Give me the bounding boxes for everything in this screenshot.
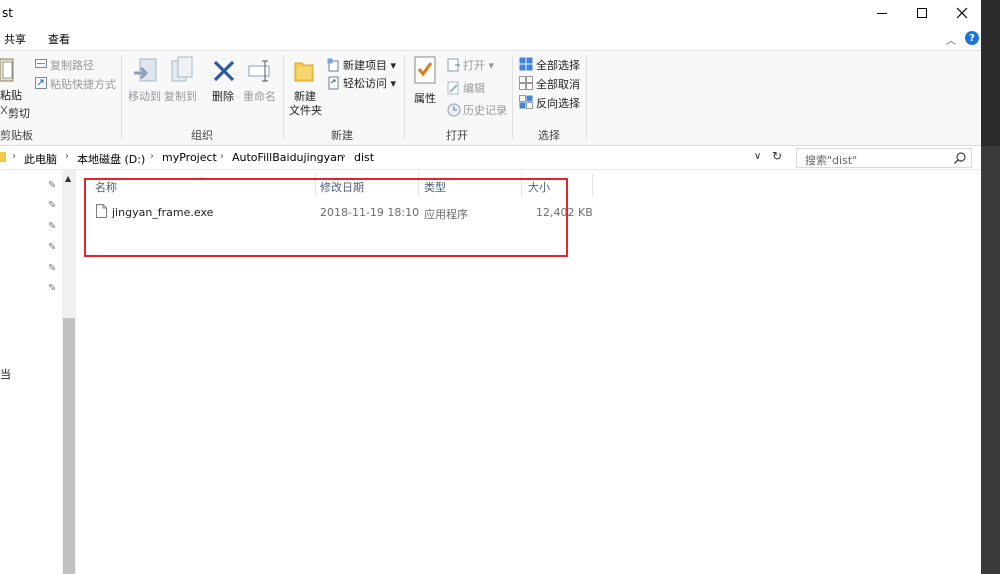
pin-icon[interactable]: ✎: [48, 200, 56, 211]
new-item-button[interactable]: 新建项目 ▾: [343, 57, 396, 73]
edit-icon: [447, 81, 459, 95]
properties-icon: [414, 56, 436, 84]
pin-icon[interactable]: ✎: [48, 180, 56, 191]
paste-shortcut-button[interactable]: 粘贴快捷方式: [50, 76, 116, 92]
close-icon: [956, 7, 968, 19]
breadcrumb-separator[interactable]: ›: [12, 151, 16, 162]
new-folder-icon: [294, 62, 314, 82]
ribbon-tabs: 共享 查看: [0, 26, 1000, 50]
history-button[interactable]: 历史记录: [463, 102, 507, 118]
rename-button[interactable]: 重命名: [243, 88, 276, 104]
minimize-icon: [877, 12, 887, 14]
pin-icon[interactable]: ✎: [48, 221, 56, 232]
breadcrumb-separator[interactable]: ›: [342, 151, 346, 162]
clipboard-group-label: 剪贴板: [0, 129, 33, 142]
scroll-up-icon[interactable]: ▲: [65, 174, 71, 183]
cut-button[interactable]: 剪切: [8, 105, 30, 121]
group-divider: [283, 55, 284, 139]
minimize-button[interactable]: [860, 0, 904, 26]
search-placeholder: 搜索"dist": [805, 154, 858, 167]
rename-icon: [248, 60, 270, 82]
ribbon-collapse-icon[interactable]: ︿: [946, 32, 956, 47]
address-history-dropdown[interactable]: ∨: [754, 151, 761, 162]
maximize-icon: [917, 8, 927, 18]
paste-button[interactable]: 粘贴: [0, 87, 22, 103]
refresh-icon[interactable]: ↻: [772, 149, 782, 163]
invert-selection-button[interactable]: 反向选择: [536, 95, 580, 111]
copy-path-icon: [35, 59, 47, 68]
title-bar: st: [0, 0, 1000, 26]
group-divider: [586, 55, 587, 139]
pin-icon[interactable]: ✎: [48, 242, 56, 253]
breadcrumb-myproject[interactable]: myProject: [162, 151, 217, 164]
organize-group-label: 组织: [191, 129, 213, 142]
breadcrumb-local-disk[interactable]: 本地磁盘 (D:): [77, 151, 145, 167]
easy-access-icon: [328, 76, 339, 90]
window-title: st: [2, 6, 13, 20]
new-group-label: 新建: [331, 129, 353, 142]
breadcrumb-separator[interactable]: ›: [150, 151, 154, 162]
select-group-label: 选择: [538, 129, 560, 142]
maximize-button[interactable]: [900, 0, 944, 26]
pin-icon[interactable]: ✎: [48, 263, 56, 274]
group-divider: [512, 55, 513, 139]
copy-to-button[interactable]: 复制到: [164, 88, 197, 104]
select-all-icon: [519, 57, 533, 71]
history-icon: [447, 103, 461, 117]
new-item-icon: [327, 58, 339, 72]
new-folder-label-2[interactable]: 文件夹: [289, 102, 322, 118]
paste-shortcut-icon: [35, 77, 47, 89]
help-icon[interactable]: ?: [965, 31, 979, 45]
tab-view[interactable]: 查看: [48, 31, 70, 47]
breadcrumb-separator[interactable]: ›: [220, 151, 224, 162]
breadcrumb-dist[interactable]: dist: [354, 151, 374, 164]
open-button[interactable]: 打开 ▾: [463, 57, 494, 73]
nav-item-partial[interactable]: 当: [0, 366, 11, 382]
close-button[interactable]: [940, 0, 984, 26]
delete-icon: [213, 60, 235, 82]
breadcrumb-separator[interactable]: ›: [65, 151, 69, 162]
group-divider: [404, 55, 405, 139]
easy-access-button[interactable]: 轻松访问 ▾: [343, 75, 396, 91]
move-to-icon: [134, 58, 157, 82]
breadcrumb-this-pc[interactable]: 此电脑: [24, 151, 57, 167]
invert-selection-icon: [519, 95, 533, 109]
select-all-button[interactable]: 全部选择: [536, 57, 580, 73]
search-icon[interactable]: [953, 151, 967, 165]
move-to-button[interactable]: 移动到: [128, 88, 161, 104]
pin-icon[interactable]: ✎: [48, 283, 56, 294]
ribbon: 粘贴 复制路径 粘贴快捷方式 剪切 剪贴板 移动到 复制到 删除 重命名 组织 …: [0, 50, 1000, 146]
tab-share[interactable]: 共享: [4, 31, 26, 47]
nav-scrollbar-thumb[interactable]: [63, 318, 75, 574]
open-icon: [447, 58, 460, 72]
column-divider[interactable]: [592, 174, 593, 196]
select-none-button[interactable]: 全部取消: [536, 76, 580, 92]
paste-icon: [0, 58, 14, 82]
open-group-label: 打开: [446, 129, 468, 142]
copy-to-icon: [171, 56, 193, 82]
delete-button[interactable]: 删除: [212, 88, 234, 104]
breadcrumb-autofill[interactable]: AutoFillBaidujingyan: [232, 151, 344, 164]
highlight-box: [84, 178, 568, 257]
properties-button[interactable]: 属性: [414, 90, 436, 106]
search-input[interactable]: 搜索"dist": [796, 148, 972, 168]
folder-icon: [0, 152, 6, 162]
copy-path-button[interactable]: 复制路径: [50, 57, 94, 73]
group-divider: [121, 55, 122, 139]
select-none-icon: [519, 76, 533, 90]
edit-button[interactable]: 编辑: [463, 80, 485, 96]
background-edge-lower: [981, 146, 1000, 574]
